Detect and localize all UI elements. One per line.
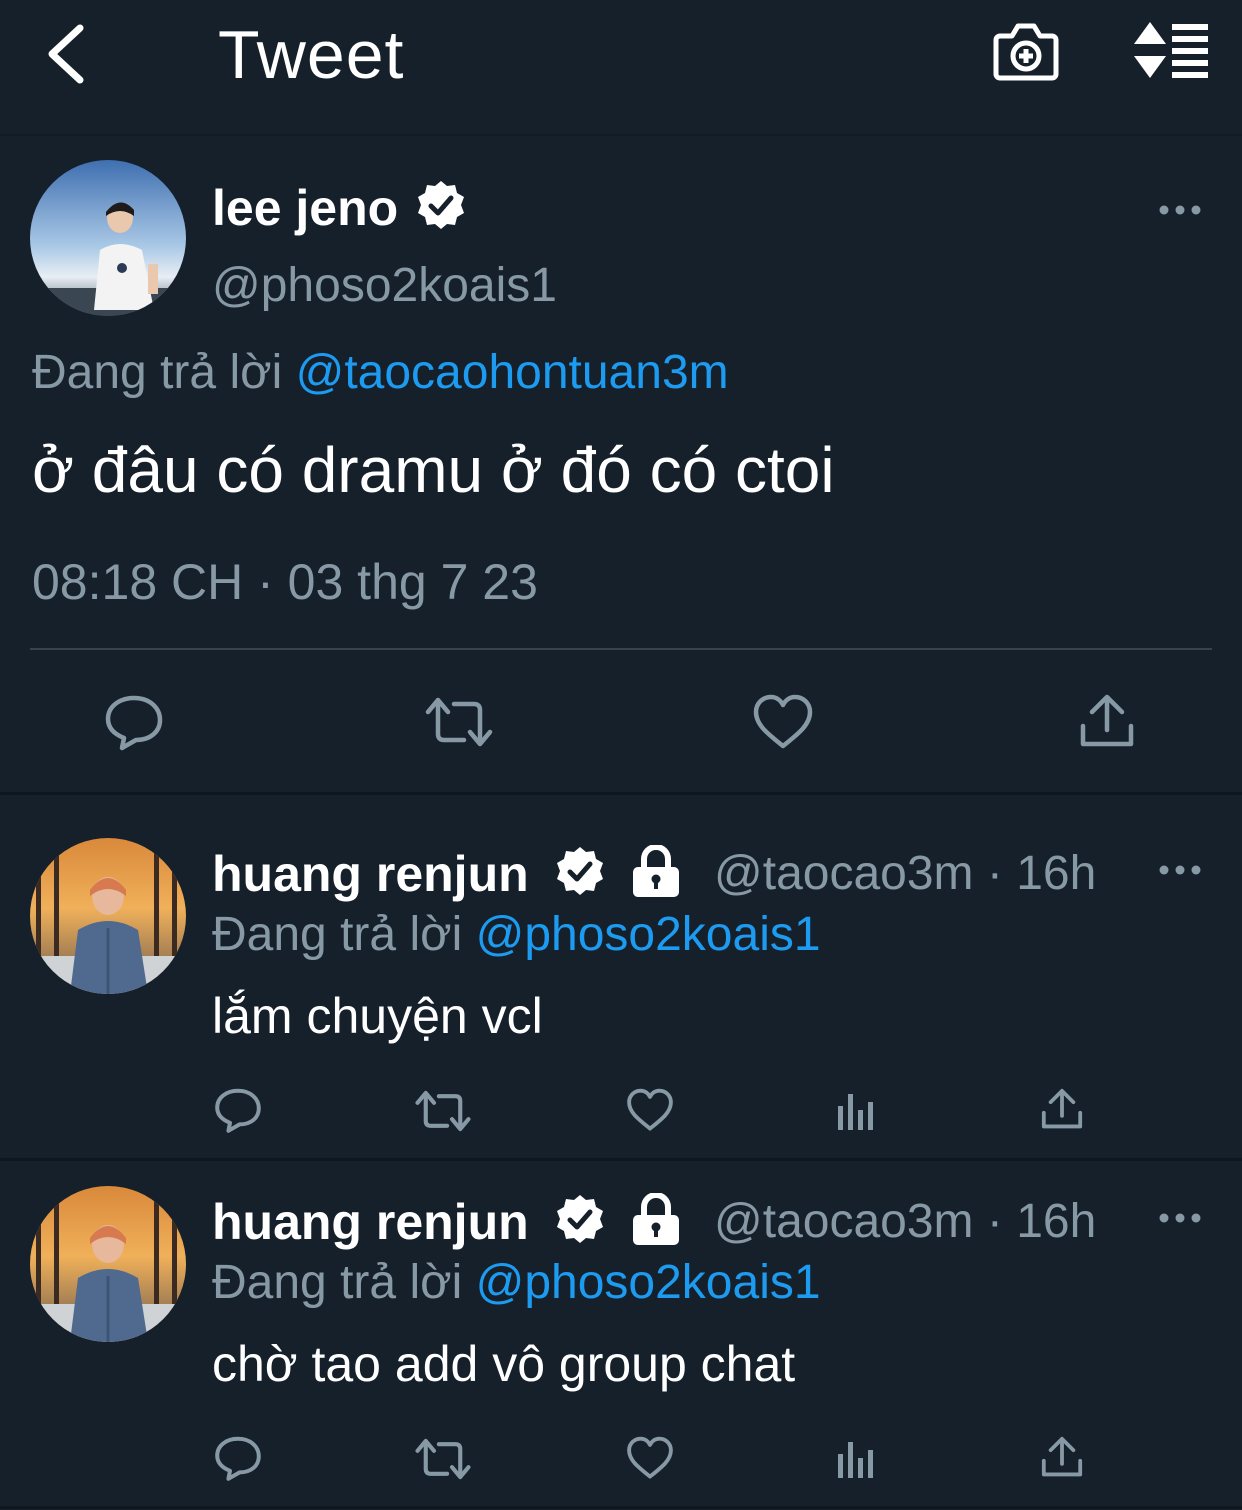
more-icon	[1159, 1213, 1201, 1223]
replying-to-label: Đang trả lời	[32, 346, 283, 399]
analytics-icon	[838, 1094, 873, 1130]
avatar[interactable]	[30, 160, 186, 316]
separator-dot: ·	[986, 847, 1003, 900]
share-button[interactable]	[1040, 1434, 1084, 1480]
like-button[interactable]	[626, 1436, 674, 1480]
like-icon	[753, 694, 813, 749]
reply-button[interactable]	[214, 1086, 262, 1134]
like-icon	[627, 1436, 673, 1479]
section-separator	[0, 792, 1242, 795]
share-button[interactable]	[1040, 1086, 1084, 1132]
back-arrow-icon	[48, 24, 84, 84]
lock-icon	[633, 844, 680, 897]
more-icon	[1159, 865, 1201, 875]
camera-add-icon	[993, 23, 1059, 81]
like-icon	[627, 1088, 673, 1131]
verified-badge-icon	[556, 1195, 603, 1243]
display-name[interactable]: huang renjun	[212, 844, 682, 904]
retweet-button[interactable]	[424, 694, 494, 750]
replying-to-label: Đang trả lời	[212, 908, 463, 961]
retweet-icon	[415, 1090, 471, 1132]
back-button[interactable]	[40, 22, 100, 86]
reply-icon	[215, 1436, 261, 1481]
share-icon	[1041, 1088, 1083, 1129]
retweet-button[interactable]	[414, 1436, 472, 1482]
avatar-photo	[30, 838, 186, 994]
more-options-button[interactable]	[1158, 860, 1202, 880]
tweet-text: ở đâu có dramu ở đó có ctoi	[32, 434, 835, 506]
sort-button[interactable]	[1128, 18, 1212, 82]
share-icon	[1080, 694, 1134, 747]
avatar[interactable]	[30, 838, 186, 994]
replying-to-link[interactable]: @phoso2koais1	[476, 908, 821, 961]
retweet-icon	[425, 697, 493, 747]
retweet-icon	[415, 1438, 471, 1480]
replying-to-link[interactable]: @taocaohontuan3m	[296, 346, 729, 399]
section-separator	[0, 1158, 1242, 1161]
tweet-text: lắm chuyện vcl	[212, 988, 543, 1044]
display-name-text: huang renjun	[212, 846, 529, 902]
camera-button[interactable]	[992, 18, 1060, 82]
like-button[interactable]	[626, 1088, 674, 1132]
replying-to: Đang trả lời @phoso2koais1	[212, 906, 821, 964]
reply-icon	[215, 1088, 261, 1133]
username: @phoso2koais1	[212, 259, 557, 312]
reply-button[interactable]	[214, 1434, 262, 1482]
verified-badge-icon	[418, 181, 465, 229]
divider	[30, 648, 1212, 650]
analytics-button[interactable]	[834, 1090, 878, 1132]
page-title: Tweet	[218, 17, 405, 93]
avatar-photo	[30, 160, 186, 316]
replying-to-label: Đang trả lời	[212, 1256, 463, 1309]
reply-icon	[105, 695, 163, 751]
display-name-text: huang renjun	[212, 1194, 529, 1250]
username: @taocao3m	[714, 847, 974, 900]
avatar-photo	[30, 1186, 186, 1342]
share-button[interactable]	[1078, 692, 1136, 750]
analytics-button[interactable]	[834, 1438, 878, 1480]
separator-dot: ·	[986, 1195, 1003, 1248]
username: @taocao3m	[714, 1195, 974, 1248]
share-icon	[1041, 1436, 1083, 1477]
relative-time: 16h	[1016, 1195, 1097, 1248]
tweet-timestamp: 08:18 CH · 03 thg 7 23	[32, 554, 538, 610]
sort-icon	[1134, 22, 1208, 78]
verified-badge-icon	[556, 847, 603, 895]
username-and-time: @taocao3m · 16h	[714, 1192, 1096, 1252]
reply-button[interactable]	[104, 692, 164, 752]
section-separator	[0, 1506, 1242, 1509]
display-name-text: lee jeno	[212, 180, 399, 236]
lock-icon	[633, 1192, 680, 1245]
display-name[interactable]: lee jeno	[212, 178, 468, 238]
more-options-button[interactable]	[1158, 200, 1202, 220]
replying-to: Đang trả lời @taocaohontuan3m	[32, 344, 729, 402]
tweet-text: chờ tao add vô group chat	[212, 1336, 796, 1392]
username-and-time: @taocao3m · 16h	[714, 844, 1096, 904]
more-icon	[1159, 205, 1201, 215]
relative-time: 16h	[1016, 847, 1097, 900]
avatar[interactable]	[30, 1186, 186, 1342]
like-button[interactable]	[752, 694, 814, 750]
more-options-button[interactable]	[1158, 1208, 1202, 1228]
replying-to-link[interactable]: @phoso2koais1	[476, 1256, 821, 1309]
analytics-icon	[838, 1442, 873, 1478]
top-nav-bar: Tweet	[0, 0, 1242, 136]
display-name[interactable]: huang renjun	[212, 1192, 682, 1252]
replying-to: Đang trả lời @phoso2koais1	[212, 1254, 821, 1312]
retweet-button[interactable]	[414, 1088, 472, 1134]
